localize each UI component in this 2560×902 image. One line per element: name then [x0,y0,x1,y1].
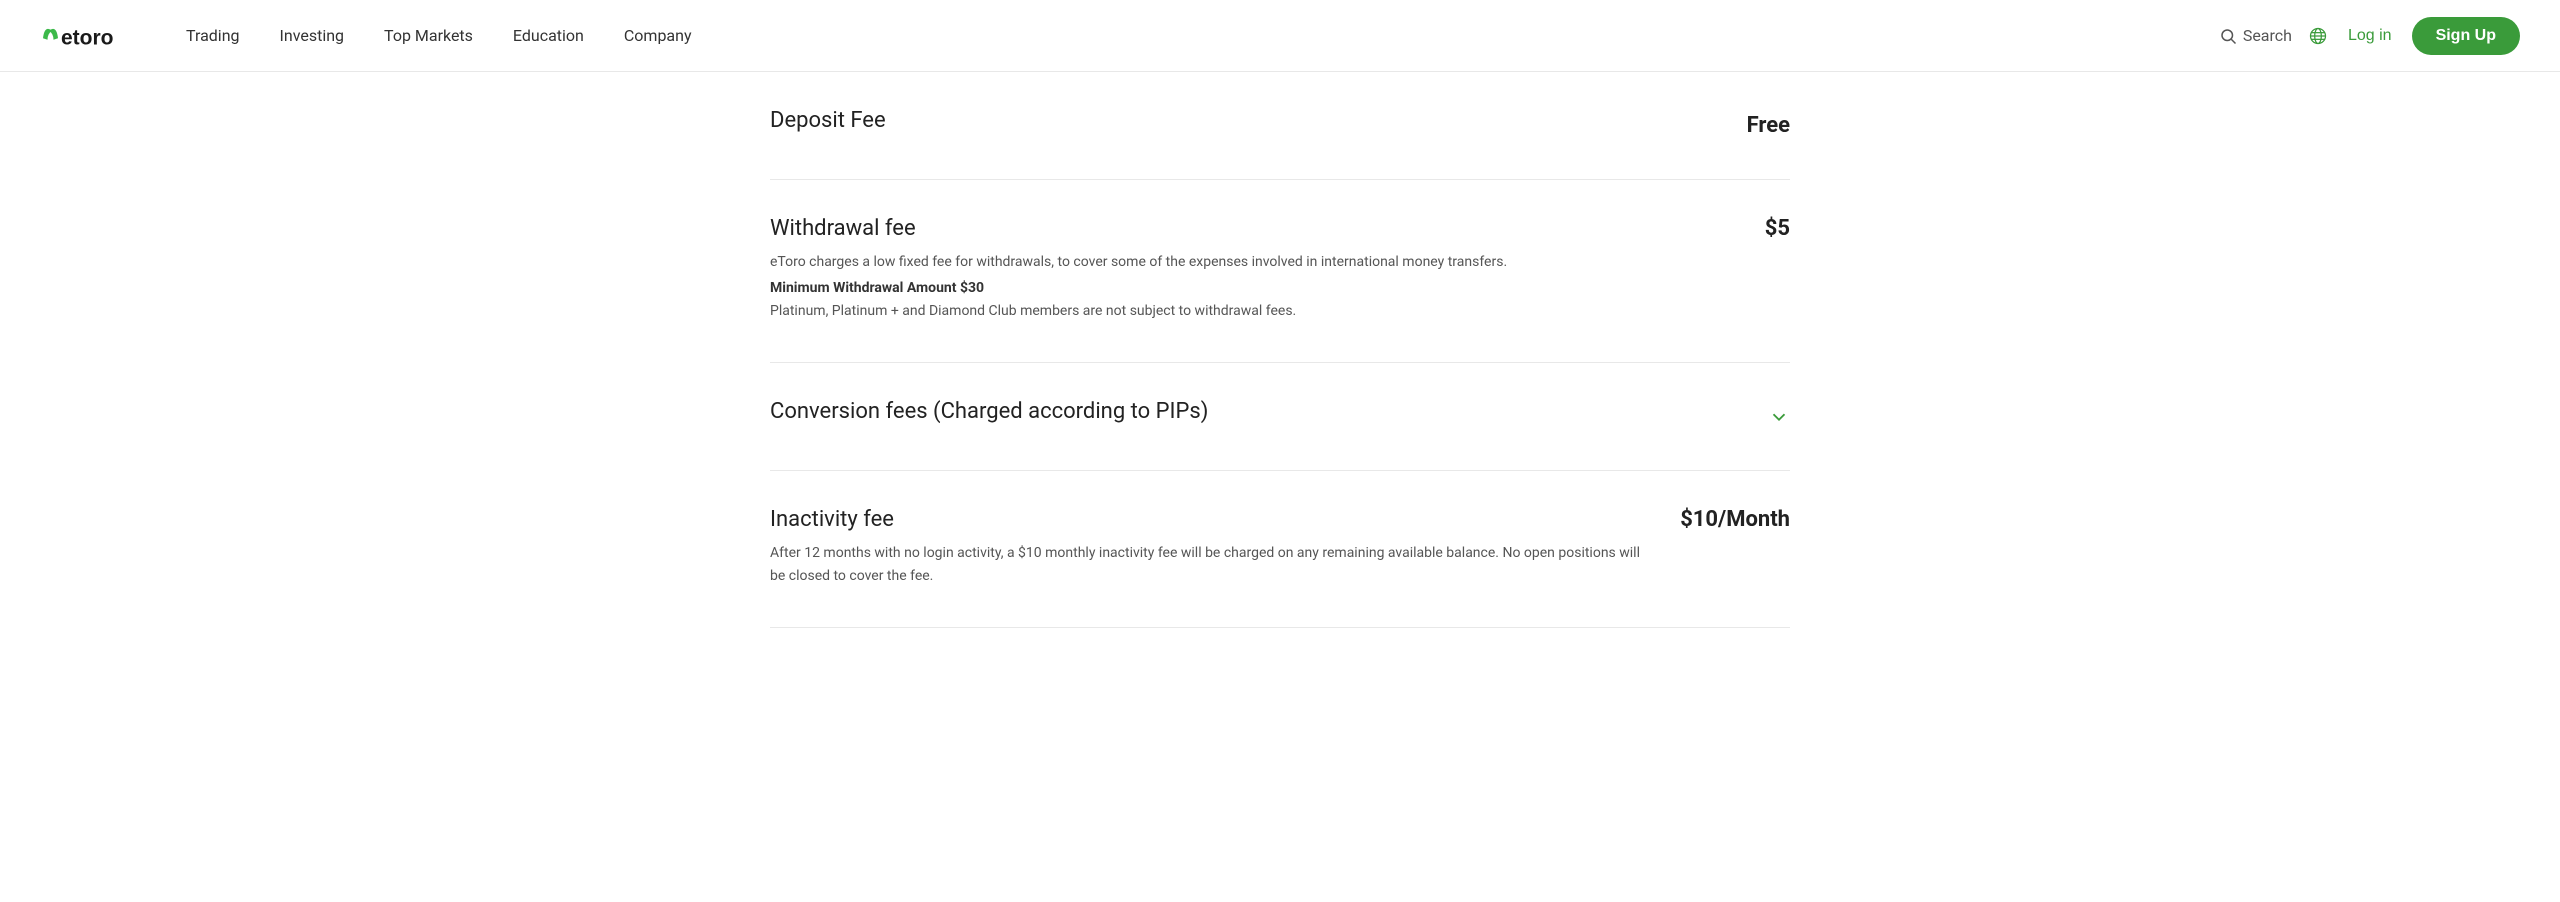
logo[interactable]: etoro [40,16,130,56]
etoro-logo-svg: etoro [40,16,130,56]
signup-button[interactable]: Sign Up [2412,17,2520,55]
nav-item-education[interactable]: Education [497,18,600,53]
search-button[interactable]: Search [2219,26,2292,45]
conversion-fee-right [1768,406,1790,428]
globe-icon[interactable] [2308,26,2328,46]
inactivity-fee-right: $10/Month [1680,507,1790,532]
nav-links: Trading Investing Top Markets Education … [170,18,2219,53]
inactivity-fee-row: Inactivity fee After 12 months with no l… [770,471,1790,628]
withdrawal-fee-right: $5 [1765,216,1790,241]
deposit-fee-value: Free [1747,113,1790,138]
nav-item-company[interactable]: Company [608,18,708,53]
conversion-fee-row: Conversion fees (Charged according to PI… [770,363,1790,471]
inactivity-fee-left: Inactivity fee After 12 months with no l… [770,507,1680,591]
search-label: Search [2243,26,2292,45]
withdrawal-fee-title: Withdrawal fee [770,216,1725,241]
search-icon [2219,27,2237,45]
withdrawal-fee-left: Withdrawal fee eToro charges a low fixed… [770,216,1765,326]
svg-text:etoro: etoro [61,26,114,49]
nav-item-top-markets[interactable]: Top Markets [368,18,489,53]
nav-item-trading[interactable]: Trading [170,18,256,53]
deposit-fee-title: Deposit Fee [770,108,886,133]
withdrawal-fee-desc1: eToro charges a low fixed fee for withdr… [770,251,1725,273]
inactivity-fee-title: Inactivity fee [770,507,1640,532]
inactivity-fee-desc: After 12 months with no login activity, … [770,542,1640,587]
nav-item-investing[interactable]: Investing [264,18,361,53]
deposit-fee-row: Deposit Fee Free [770,72,1790,180]
conversion-fee-title: Conversion fees (Charged according to PI… [770,399,1208,424]
withdrawal-fee-bold: Minimum Withdrawal Amount $30 [770,277,1725,299]
chevron-down-icon[interactable] [1768,406,1790,428]
navbar: etoro Trading Investing Top Markets Educ… [0,0,2560,72]
inactivity-fee-value: $10/Month [1680,507,1790,532]
nav-right: Search Log in Sign Up [2219,17,2520,55]
withdrawal-fee-row: Withdrawal fee eToro charges a low fixed… [770,180,1790,363]
main-content: Deposit Fee Free Withdrawal fee eToro ch… [730,72,1830,628]
withdrawal-fee-value: $5 [1765,216,1790,241]
withdrawal-fee-desc2: Platinum, Platinum + and Diamond Club me… [770,300,1725,322]
login-button[interactable]: Log in [2344,19,2396,53]
